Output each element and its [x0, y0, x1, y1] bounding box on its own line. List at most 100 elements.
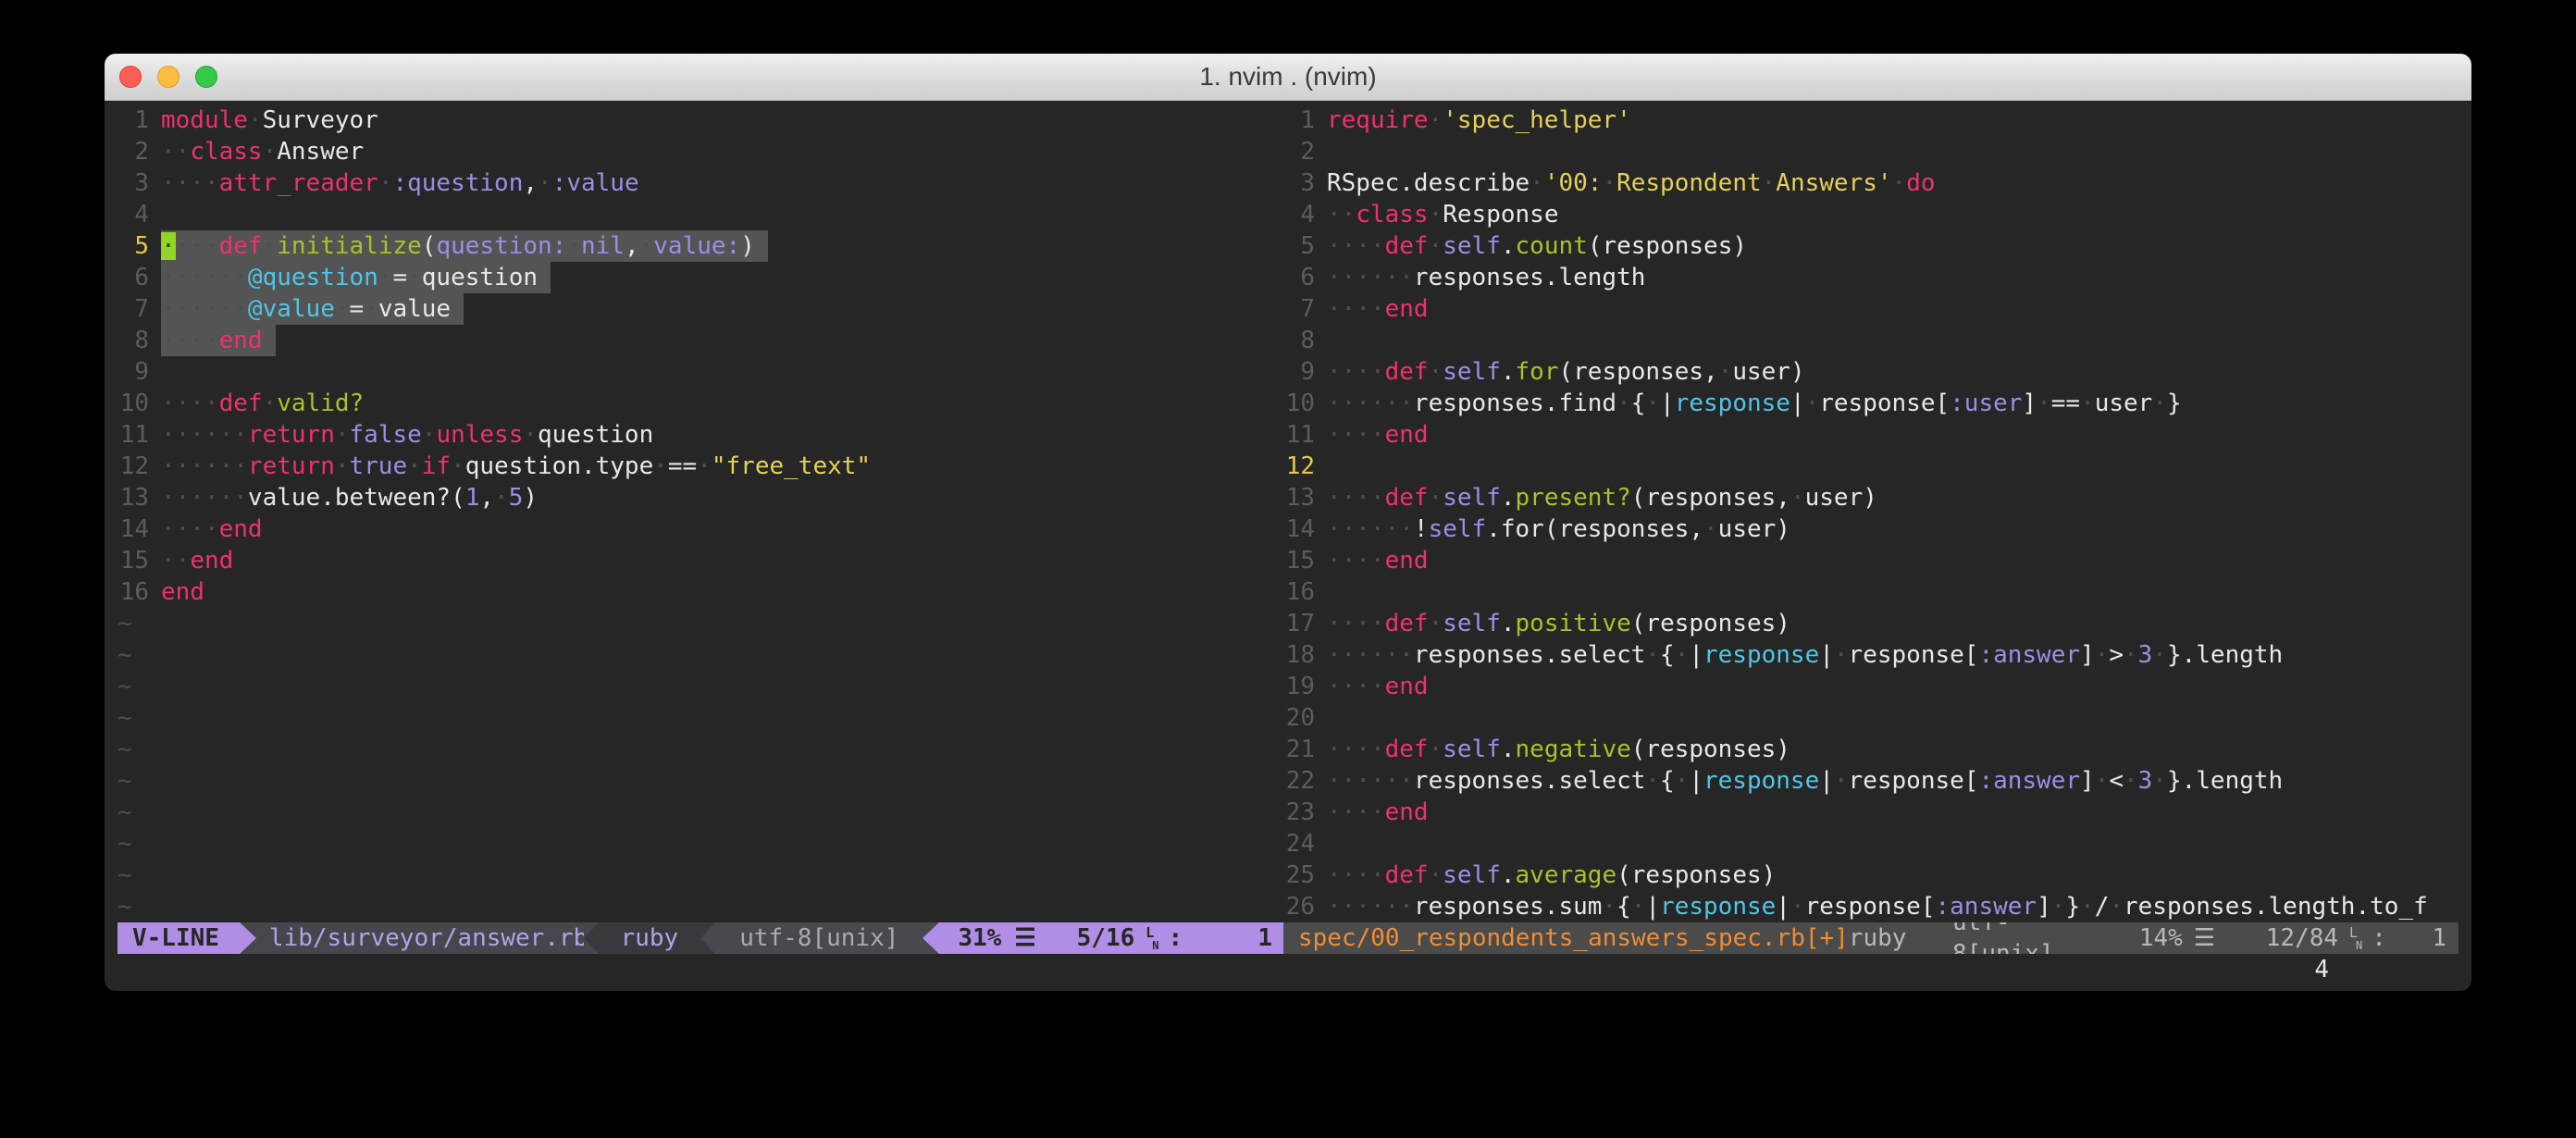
code-line: 2··class·Answer: [118, 136, 1283, 167]
code-token: ·: [335, 295, 350, 323]
code-line: 21····def·self.negative(responses): [1283, 734, 2458, 765]
pane-right-code[interactable]: 1require·'spec_helper'23RSpec.describe·'…: [1283, 105, 2458, 922]
code-token: ·: [451, 452, 465, 480]
code-line: 19····end: [1283, 671, 2458, 702]
code-token: end: [1385, 798, 1429, 826]
code-token: question:: [436, 232, 566, 260]
filler-line: ~: [118, 891, 1283, 922]
code-token: ·: [2152, 390, 2167, 417]
code-line: 6······@question·=·question: [118, 262, 1283, 293]
line-number: 19: [1283, 671, 1315, 702]
filler-line: ~: [118, 639, 1283, 671]
code-token: ]: [2080, 641, 2095, 669]
code-token: ·: [2152, 767, 2167, 795]
filler-line: ~: [118, 765, 1283, 797]
code-token: present?: [1516, 484, 1631, 512]
code-token: end: [219, 327, 263, 354]
code-token: responses.length: [1414, 264, 1645, 291]
code-token: ·: [2124, 641, 2138, 669]
inactive-filename: spec/00_respondents_answers_spec.rb[+]: [1298, 922, 1849, 954]
code-text: ······responses.select·{·|response|·resp…: [1327, 765, 2283, 797]
code-token: responses.select: [1414, 641, 1645, 669]
code-token: "free_text": [712, 452, 871, 480]
code-token: ·: [1762, 169, 1777, 197]
code-token: value: [378, 295, 451, 323]
pane-left-code[interactable]: 1module·Surveyor2··class·Answer3····attr…: [118, 105, 1283, 922]
window-titlebar[interactable]: 1. nvim . (nvim): [105, 54, 2471, 101]
code-token: |: [1689, 767, 1703, 795]
command-line[interactable]: 4: [118, 954, 2458, 985]
code-token: 1: [465, 484, 480, 512]
code-text: ······@value·=·value: [161, 293, 464, 325]
code-line: 25····def·self.average(responses): [1283, 860, 2458, 891]
code-line: 14····end: [118, 513, 1283, 545]
position-segment: 31% ☰ 5/16 L N : 1: [939, 922, 1283, 954]
code-token: ····: [1327, 232, 1385, 260]
lines-icon: ☰: [1014, 922, 1035, 954]
line-number: 22: [1283, 765, 1315, 797]
cursor-column: 1: [1183, 922, 1272, 954]
code-text: ······!self.for(responses,·user): [1327, 513, 1790, 545]
code-token: ····: [1327, 547, 1385, 575]
code-token: ·: [538, 169, 552, 197]
code-token: @value: [248, 295, 335, 323]
code-text: ····end: [1327, 797, 1429, 828]
code-token: ····: [161, 327, 219, 354]
code-line: 23····end: [1283, 797, 2458, 828]
code-token: self: [1443, 610, 1501, 637]
code-line: 13····def·self.present?(responses,·user): [1283, 482, 2458, 513]
code-line: 3RSpec.describe·'00:·Respondent·Answers'…: [1283, 167, 2458, 199]
code-token: ·: [1790, 893, 1805, 921]
code-token: def: [1385, 736, 1429, 763]
code-token: ····: [161, 390, 219, 417]
code-token: }.length: [2167, 641, 2283, 669]
code-token: ·: [653, 452, 668, 480]
code-text: ··end: [161, 545, 233, 576]
code-token: .for(responses,: [1486, 515, 1703, 543]
code-token: ·: [263, 138, 278, 166]
code-token: ·: [1645, 641, 1660, 669]
code-token: ==: [668, 452, 697, 480]
filler-line: ~: [118, 797, 1283, 828]
minimize-button[interactable]: [157, 66, 180, 88]
code-token: ·: [407, 264, 422, 291]
code-token: average: [1516, 861, 1617, 889]
code-token: ··: [1327, 201, 1356, 229]
code-token: ·: [1429, 201, 1443, 229]
tilde-marker: ~: [118, 765, 132, 797]
code-token: ]: [2037, 893, 2051, 921]
code-token: ·: [2152, 641, 2167, 669]
code-text: ····end: [1327, 545, 1429, 576]
code-token: |: [1660, 390, 1675, 417]
code-token: {: [1631, 390, 1646, 417]
zoom-button[interactable]: [195, 66, 217, 88]
code-token: ·: [1429, 861, 1443, 889]
code-line: 9: [118, 356, 1283, 388]
code-token: ·: [1530, 169, 1544, 197]
code-token: ····: [1327, 358, 1385, 386]
tilde-marker: ~: [118, 608, 132, 639]
code-token: {: [1660, 767, 1675, 795]
window-title: 1. nvim . (nvim): [1199, 62, 1376, 92]
tilde-marker: ~: [118, 734, 132, 765]
code-line: 8····end: [118, 325, 1283, 356]
close-button[interactable]: [119, 66, 142, 88]
code-text: ······return·true·if·question.type·==·"f…: [161, 451, 871, 482]
code-token: user): [1805, 484, 1877, 512]
code-token: .: [1501, 736, 1516, 763]
code-token: :question: [392, 169, 523, 197]
code-token: self: [1443, 736, 1501, 763]
status-row: V-LINE lib/surveyor/answer.rb ruby utf-8…: [118, 922, 2458, 954]
code-token: ==: [2051, 390, 2080, 417]
code-token: RSpec.describe: [1327, 169, 1530, 197]
position-colon: :: [2372, 922, 2386, 954]
code-token: return: [248, 421, 335, 449]
code-token: :answer: [1978, 641, 2080, 669]
statusline-active: V-LINE lib/surveyor/answer.rb ruby utf-8…: [118, 922, 1283, 954]
code-line: 16: [1283, 576, 2458, 608]
code-token: responses.find: [1414, 390, 1616, 417]
code-token: ·: [566, 232, 581, 260]
tilde-marker: ~: [118, 639, 132, 671]
code-token: ····: [1327, 610, 1385, 637]
code-token: (responses): [1588, 232, 1747, 260]
